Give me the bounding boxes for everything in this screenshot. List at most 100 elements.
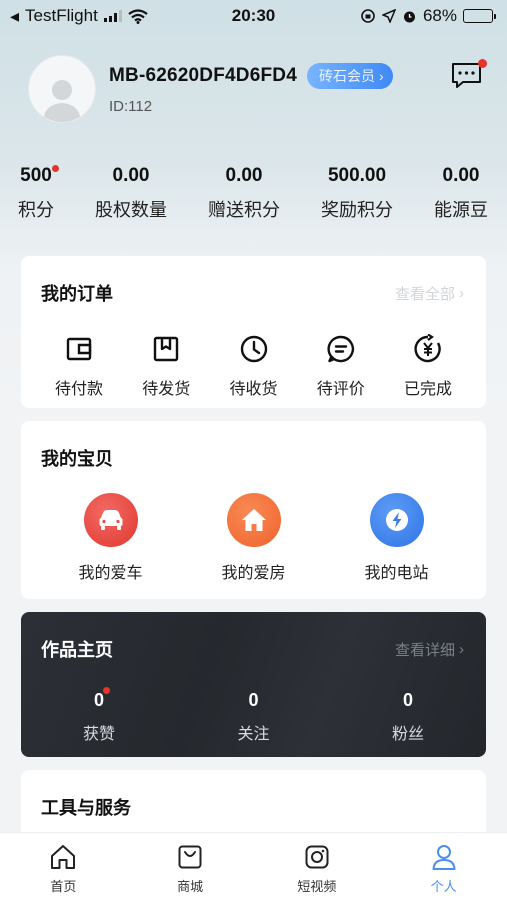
stat-gift-points[interactable]: 0.00 赠送积分 xyxy=(208,165,280,222)
order-pending-review[interactable]: 待评价 xyxy=(303,334,379,399)
bottom-tab-bar: 首页 商城 短视频 个人 xyxy=(0,832,507,900)
back-to-app-icon[interactable]: ◂ xyxy=(10,6,19,27)
my-power-station[interactable]: 我的电站 xyxy=(342,493,452,583)
name-row: MB-62620DF4D6FD4 砖石会员 › xyxy=(109,63,393,89)
stat-value: 0.00 xyxy=(225,165,263,186)
treasure-row: 我的爱车 我的爱房 我的电站 xyxy=(21,471,486,583)
works-value: 0 xyxy=(93,690,104,710)
my-house[interactable]: 我的爱房 xyxy=(199,493,309,583)
cellular-signal-icon xyxy=(103,10,122,22)
tab-label: 商城 xyxy=(177,879,204,894)
order-pending-payment[interactable]: 待付款 xyxy=(41,334,117,399)
chevron-right-icon: › xyxy=(459,284,464,302)
stat-label: 奖励积分 xyxy=(321,200,393,220)
home-icon xyxy=(51,845,76,869)
treasures-title: 我的宝贝 xyxy=(41,449,113,469)
view-details-link[interactable]: 查看详细 › xyxy=(395,639,464,660)
order-pending-receipt[interactable]: 待收货 xyxy=(216,334,292,399)
treasure-label: 我的电站 xyxy=(364,565,429,582)
back-app-name[interactable]: TestFlight xyxy=(25,6,98,26)
wallet-icon xyxy=(66,337,92,361)
profile-header[interactable]: MB-62620DF4D6FD4 砖石会员 › ID:112 xyxy=(28,55,393,123)
stat-label: 积分 xyxy=(18,200,54,220)
house-circle xyxy=(226,493,281,547)
my-car[interactable]: 我的爱车 xyxy=(56,493,166,583)
vip-badge[interactable]: 砖石会员 › xyxy=(307,63,393,89)
notification-dot xyxy=(103,687,110,694)
stats-row: 500 积分 0.00 股权数量 0.00 赠送积分 500.00 奖励积分 0… xyxy=(18,165,488,222)
works-value: 0 xyxy=(248,690,259,710)
orders-card: 我的订单 查看全部 › 待付款 待发货 待收货 待评价 已完成 xyxy=(21,256,486,408)
view-all-label: 查看全部 xyxy=(394,285,455,303)
stat-label: 股权数量 xyxy=(95,200,167,220)
works-following[interactable]: 0 关注 xyxy=(224,690,284,744)
wifi-icon xyxy=(128,8,148,24)
default-avatar-icon xyxy=(43,80,81,122)
tab-label: 首页 xyxy=(50,879,77,894)
avatar[interactable] xyxy=(28,55,96,123)
works-label: 关注 xyxy=(237,726,270,743)
order-label: 待收货 xyxy=(229,381,278,398)
works-title: 作品主页 xyxy=(41,640,113,660)
status-left: ◂ TestFlight xyxy=(10,6,148,27)
car-circle xyxy=(83,493,138,547)
stat-value: 500.00 xyxy=(327,165,387,186)
notification-dot xyxy=(478,59,487,68)
tab-label: 短视频 xyxy=(297,879,337,894)
view-all-orders-link[interactable]: 查看全部 › xyxy=(395,283,464,304)
tools-header: 工具与服务 xyxy=(21,770,486,820)
location-icon xyxy=(381,9,396,23)
lightning-icon xyxy=(385,509,408,531)
battery-percent: 68% xyxy=(422,6,457,25)
order-label: 待评价 xyxy=(316,381,365,398)
tab-label: 个人 xyxy=(430,879,457,894)
order-completed[interactable]: 已完成 xyxy=(390,334,466,399)
screen-lock-icon xyxy=(361,9,375,23)
works-card: 作品主页 查看详细 › 0 获赞 0 关注 0 粉丝 xyxy=(21,612,486,757)
works-likes[interactable]: 0 获赞 xyxy=(69,687,129,744)
treasure-label: 我的爱车 xyxy=(78,565,143,582)
package-icon xyxy=(154,336,179,362)
tab-profile[interactable]: 个人 xyxy=(394,833,494,900)
order-label: 已完成 xyxy=(403,381,452,398)
battery-icon xyxy=(463,9,496,23)
stat-energy-beans[interactable]: 0.00 能源豆 xyxy=(434,165,488,222)
treasure-label: 我的爱房 xyxy=(221,565,286,582)
orders-title: 我的订单 xyxy=(41,284,113,304)
stat-label: 能源豆 xyxy=(434,200,488,220)
chevron-right-icon: › xyxy=(459,640,464,658)
alarm-icon xyxy=(403,11,415,22)
stat-points[interactable]: 500 积分 xyxy=(18,165,59,222)
chevron-right-icon: › xyxy=(379,68,384,84)
view-details-label: 查看详细 xyxy=(394,641,455,659)
works-followers[interactable]: 0 粉丝 xyxy=(378,690,438,744)
order-label: 待发货 xyxy=(142,381,191,398)
order-status-row: 待付款 待发货 待收货 待评价 已完成 xyxy=(21,306,486,399)
works-header: 作品主页 查看详细 › xyxy=(21,612,486,662)
stat-label: 赠送积分 xyxy=(208,200,280,220)
clock-icon xyxy=(240,335,267,363)
order-label: 待付款 xyxy=(54,381,103,398)
works-label: 粉丝 xyxy=(391,726,424,743)
tab-home[interactable]: 首页 xyxy=(13,833,113,900)
message-button[interactable] xyxy=(451,59,487,90)
tab-mall[interactable]: 商城 xyxy=(140,833,240,900)
user-id: ID:112 xyxy=(109,98,153,115)
tab-short-video[interactable]: 短视频 xyxy=(267,833,367,900)
tools-title: 工具与服务 xyxy=(41,798,131,818)
username: MB-62620DF4D6FD4 xyxy=(109,65,297,86)
order-pending-shipment[interactable]: 待发货 xyxy=(128,334,204,399)
stat-reward-points[interactable]: 500.00 奖励积分 xyxy=(321,165,393,222)
house-icon xyxy=(241,509,266,531)
orders-header: 我的订单 查看全部 › xyxy=(21,256,486,306)
yen-refresh-icon xyxy=(414,334,441,363)
stat-equity[interactable]: 0.00 股权数量 xyxy=(95,165,167,222)
person-icon xyxy=(432,845,456,870)
station-circle xyxy=(369,493,424,547)
treasures-card: 我的宝贝 我的爱车 我的爱房 我的电站 xyxy=(21,421,486,599)
works-stats-row: 0 获赞 0 关注 0 粉丝 xyxy=(21,662,486,744)
treasures-header: 我的宝贝 xyxy=(21,421,486,471)
comment-icon xyxy=(327,335,354,363)
vip-badge-label: 砖石会员 xyxy=(319,68,375,84)
instagram-camera-icon xyxy=(305,845,329,869)
